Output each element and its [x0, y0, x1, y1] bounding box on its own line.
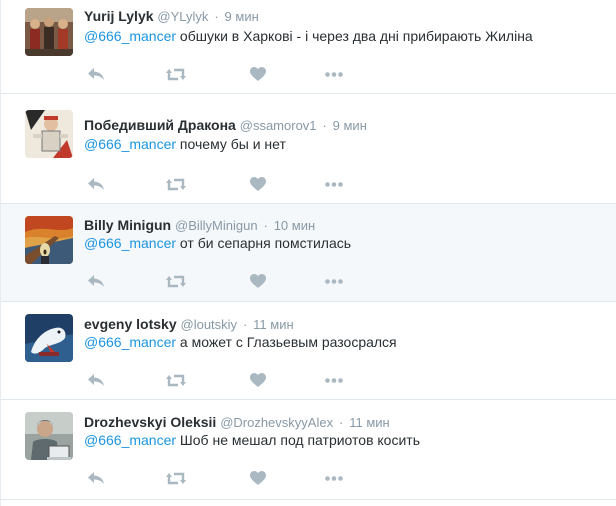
- reply-icon[interactable]: [85, 64, 107, 84]
- avatar[interactable]: [25, 8, 73, 56]
- retweet-icon[interactable]: [165, 64, 187, 84]
- laptop-man-avatar-image: [25, 412, 73, 460]
- action-bar: [85, 64, 385, 84]
- tweet-header: Победивший Дракона @ssamorov1 · 9 мин: [84, 116, 367, 134]
- timestamp[interactable]: 10 мин: [274, 218, 315, 233]
- mention-link[interactable]: @666_mancer: [84, 432, 176, 448]
- separator-dot: ·: [263, 218, 268, 233]
- action-bar: [85, 468, 385, 488]
- timestamp[interactable]: 9 мин: [225, 9, 259, 24]
- avatar[interactable]: [25, 412, 73, 460]
- retweet-icon[interactable]: [165, 468, 187, 488]
- action-bar: [85, 271, 385, 291]
- separator-dot: ·: [338, 415, 344, 430]
- tweet-text: @666_mancer а может с Глазьевым разосрал…: [84, 332, 397, 352]
- author-name[interactable]: Drozhevskyi Oleksii: [84, 414, 216, 430]
- more-icon[interactable]: [323, 468, 345, 488]
- tweet-text: @666_mancer обшуки в Харкові - і через д…: [84, 26, 533, 46]
- tweet-body: обшуки в Харкові - і через два дні приби…: [176, 28, 533, 44]
- timestamp[interactable]: 9 мин: [333, 118, 367, 133]
- retweet-icon[interactable]: [165, 174, 187, 194]
- tweet-body: почему бы и нет: [176, 136, 286, 152]
- tweet-item[interactable]: Победивший Дракона @ssamorov1 · 9 мин @6…: [1, 94, 616, 204]
- reply-icon[interactable]: [85, 370, 107, 390]
- author-name[interactable]: Yurij Lylyk: [84, 8, 154, 24]
- retweet-icon[interactable]: [165, 271, 187, 291]
- author-handle[interactable]: @BillyMinigun: [175, 218, 258, 233]
- like-icon[interactable]: [247, 64, 269, 84]
- timestamp[interactable]: 11 мин: [253, 317, 294, 332]
- retweet-icon[interactable]: [165, 370, 187, 390]
- tweet-header: evgeny lotsky @loutskiy · 11 мин: [84, 315, 294, 333]
- tweet-text: @666_mancer почему бы и нет: [84, 134, 286, 154]
- like-icon[interactable]: [247, 370, 269, 390]
- tweet-item[interactable]: Billy Minigun @BillyMinigun · 10 мин @66…: [1, 204, 616, 302]
- folk-ensemble-avatar-image: [25, 8, 73, 56]
- like-icon[interactable]: [247, 468, 269, 488]
- mention-link[interactable]: @666_mancer: [84, 28, 176, 44]
- mention-link[interactable]: @666_mancer: [84, 235, 176, 251]
- author-handle[interactable]: @YLylyk: [157, 9, 208, 24]
- more-icon[interactable]: [323, 271, 345, 291]
- tweet-item[interactable]: Yurij Lylyk @YLylyk · 9 мин @666_mancer …: [1, 0, 616, 94]
- avatar[interactable]: [25, 216, 73, 264]
- tweet-text: @666_mancer от би сепарня помстилась: [84, 233, 351, 253]
- like-icon[interactable]: [247, 174, 269, 194]
- the-scream-avatar-image: [25, 216, 73, 264]
- tweet-item[interactable]: Drozhevskyi Oleksii @DrozhevskyyAlex · 1…: [1, 400, 616, 500]
- author-name[interactable]: Победивший Дракона: [84, 117, 236, 133]
- reply-feed: Yurij Lylyk @YLylyk · 9 мин @666_mancer …: [0, 0, 616, 506]
- author-handle[interactable]: @DrozhevskyyAlex: [220, 415, 333, 430]
- avatar[interactable]: [25, 314, 73, 362]
- tweet-header: Yurij Lylyk @YLylyk · 9 мин: [84, 7, 259, 25]
- tweet-header: Drozhevskyi Oleksii @DrozhevskyyAlex · 1…: [84, 413, 390, 431]
- author-handle[interactable]: @loutskiy: [181, 317, 238, 332]
- like-icon[interactable]: [247, 271, 269, 291]
- action-bar: [85, 174, 385, 194]
- more-icon[interactable]: [323, 370, 345, 390]
- separator-dot: ·: [214, 9, 219, 24]
- soviet-poster-avatar-image: [25, 110, 73, 158]
- reply-icon[interactable]: [85, 271, 107, 291]
- tweet-body: Шоб не мешал под патриотов косить: [176, 432, 420, 448]
- author-name[interactable]: Billy Minigun: [84, 217, 171, 233]
- polar-bear-avatar-image: [25, 314, 73, 362]
- action-bar: [85, 370, 385, 390]
- separator-dot: ·: [242, 317, 248, 332]
- mention-link[interactable]: @666_mancer: [84, 136, 176, 152]
- reply-icon[interactable]: [85, 174, 107, 194]
- timestamp[interactable]: 11 мин: [349, 415, 390, 430]
- avatar[interactable]: [25, 110, 73, 158]
- author-handle[interactable]: @ssamorov1: [240, 118, 317, 133]
- tweet-item[interactable]: evgeny lotsky @loutskiy · 11 мин @666_ma…: [1, 302, 616, 400]
- separator-dot: ·: [322, 118, 327, 133]
- mention-link[interactable]: @666_mancer: [84, 334, 176, 350]
- more-icon[interactable]: [323, 64, 345, 84]
- tweet-header: Billy Minigun @BillyMinigun · 10 мин: [84, 216, 315, 234]
- tweet-text: @666_mancer Шоб не мешал под патриотов к…: [84, 430, 420, 450]
- reply-icon[interactable]: [85, 468, 107, 488]
- tweet-body: от би сепарня помстилась: [176, 235, 352, 251]
- author-name[interactable]: evgeny lotsky: [84, 316, 177, 332]
- tweet-body: а может с Глазьевым разосрался: [176, 334, 397, 350]
- more-icon[interactable]: [323, 174, 345, 194]
